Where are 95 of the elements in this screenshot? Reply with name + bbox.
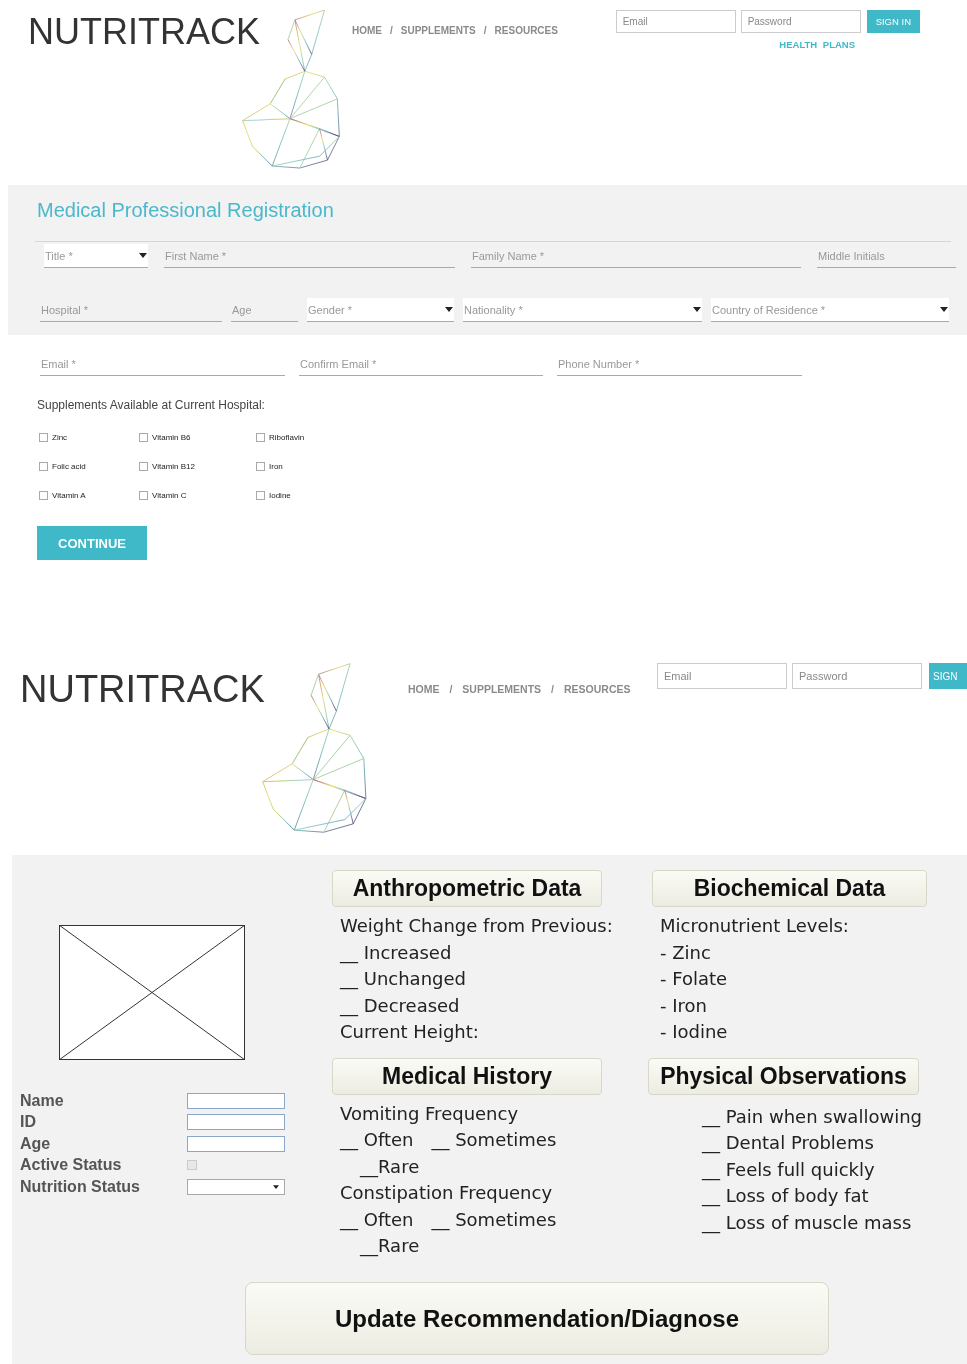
text-field[interactable]: Phone Number * [557,352,802,376]
checkbox-label: Vitamin B12 [152,462,195,471]
section-line: __ Sometimes [431,1207,557,1233]
dropdown-field[interactable]: Country of Residence * [711,298,949,322]
caret-icon [445,307,453,312]
checkbox-label: Zinc [52,433,68,442]
text-field[interactable]: Family Name * [471,244,801,268]
checkbox[interactable] [187,1160,197,1171]
caret-icon [273,1184,279,1189]
caret-icon [693,307,701,312]
nav-link[interactable]: SUPPLEMENTS [400,25,476,36]
section-line: __Rare [360,1234,420,1259]
text-field[interactable] [187,1114,285,1131]
checkbox[interactable] [139,462,148,471]
dropdown-field[interactable]: Nationality * [463,298,702,322]
section-line: __ Feels full quickly [702,1157,875,1183]
section-heading: Physical Observations [648,1057,919,1095]
section-line: - Iron [660,993,707,1018]
health-plans-link[interactable]: HEALTH PLANS [779,39,855,50]
checkbox-label: Vitamin B6 [152,433,191,442]
email-field[interactable]: Email [615,10,736,33]
logo-text: NUTRITRACK [20,667,265,711]
nav-separator: / [483,25,487,36]
section-line: __ Often [340,1128,414,1153]
section-line: Weight Change from Previous: [340,914,613,938]
nav-separator: / [449,683,453,695]
section-heading: Medical History [332,1057,602,1095]
nav-link[interactable]: HOME [352,25,382,36]
section-heading: Biochemical Data [652,870,927,907]
section-line: __ Pain when swallowing [702,1104,922,1130]
checkbox[interactable] [139,433,148,442]
caret-icon [139,253,147,258]
supplements-label: Supplements Available at Current Hospital: [37,398,266,412]
checkbox[interactable] [39,433,48,442]
checkbox[interactable] [139,491,148,500]
section-line: Constipation Frequency [340,1181,553,1205]
text-field[interactable]: Middle Initials [817,244,956,268]
nav-link[interactable]: RESOURCES [564,683,631,695]
text-field[interactable]: Hospital * [40,298,222,322]
section-heading: Anthropometric Data [332,870,602,907]
caret-icon [940,307,948,312]
text-field[interactable] [187,1092,285,1109]
nav-link[interactable]: HOME [407,683,440,695]
password-field[interactable]: Password [792,663,922,689]
form-title: Medical Professional Registration [37,199,335,222]
section-line: __ Loss of muscle mass [702,1210,912,1236]
dropdown-field[interactable]: Gender * [307,298,454,322]
checkbox-label: Folic acid [52,462,86,471]
checkbox-label: Vitamin A [52,491,86,500]
section-line: - Iodine [660,1020,728,1044]
section-line: Current Height: [340,1020,479,1044]
field-label: Name [20,1091,65,1110]
section-line: __ Unchanged [340,967,466,992]
section-line: Micronutrient Levels: [660,914,849,938]
section-line: __ Loss of body fat [702,1184,869,1209]
section-line: __ Decreased [340,993,460,1019]
text-field[interactable]: Age [231,298,298,322]
text-field[interactable]: Email * [40,352,285,376]
section-line: __ Increased [340,940,452,966]
text-field[interactable] [187,1135,285,1152]
section-line: Vomiting Frequency [340,1101,519,1126]
section-line: - Zinc [660,940,711,965]
dropdown-field[interactable]: Title * [44,244,148,268]
field-label: Nutrition Status [20,1177,141,1196]
checkbox-label: Iron [269,462,283,471]
continue-button[interactable]: CONTINUE [37,526,147,560]
text-field[interactable]: First Name * [164,244,455,268]
text-field[interactable]: Confirm Email * [299,352,543,376]
checkbox-label: Iodine [269,491,291,500]
field-label: Age [20,1134,52,1153]
logo-text: NUTRITRACK [28,10,260,54]
checkbox[interactable] [39,462,48,471]
nav-link[interactable]: RESOURCES [494,25,558,36]
email-field[interactable]: Email [657,663,787,689]
dropdown-field[interactable] [187,1178,285,1195]
section-line: __Rare [360,1154,420,1180]
checkbox[interactable] [256,462,265,471]
nav-separator: / [390,25,393,36]
sign-in-button[interactable]: SIGN IN [866,10,920,33]
section-line: - Folate [660,967,728,991]
section-line: __ Often [340,1207,414,1233]
checkbox[interactable] [256,491,265,500]
sign-in-button[interactable]: SIGN [929,663,967,689]
checkbox[interactable] [39,491,48,500]
nav-link[interactable]: SUPPLEMENTS [462,683,542,695]
section-line: __ Sometimes [431,1128,557,1153]
nav-separator: / [551,683,554,695]
checkbox-label: Vitamin C [152,491,187,500]
checkbox[interactable] [256,433,265,442]
checkbox-label: Riboflavin [269,433,305,442]
update-button[interactable]: Update Recommendation/Diagnose [245,1282,829,1355]
password-field[interactable]: Password [740,10,861,33]
field-label: ID [20,1113,37,1132]
field-label: Active Status [20,1156,123,1175]
section-line: __ Dental Problems [702,1131,874,1156]
